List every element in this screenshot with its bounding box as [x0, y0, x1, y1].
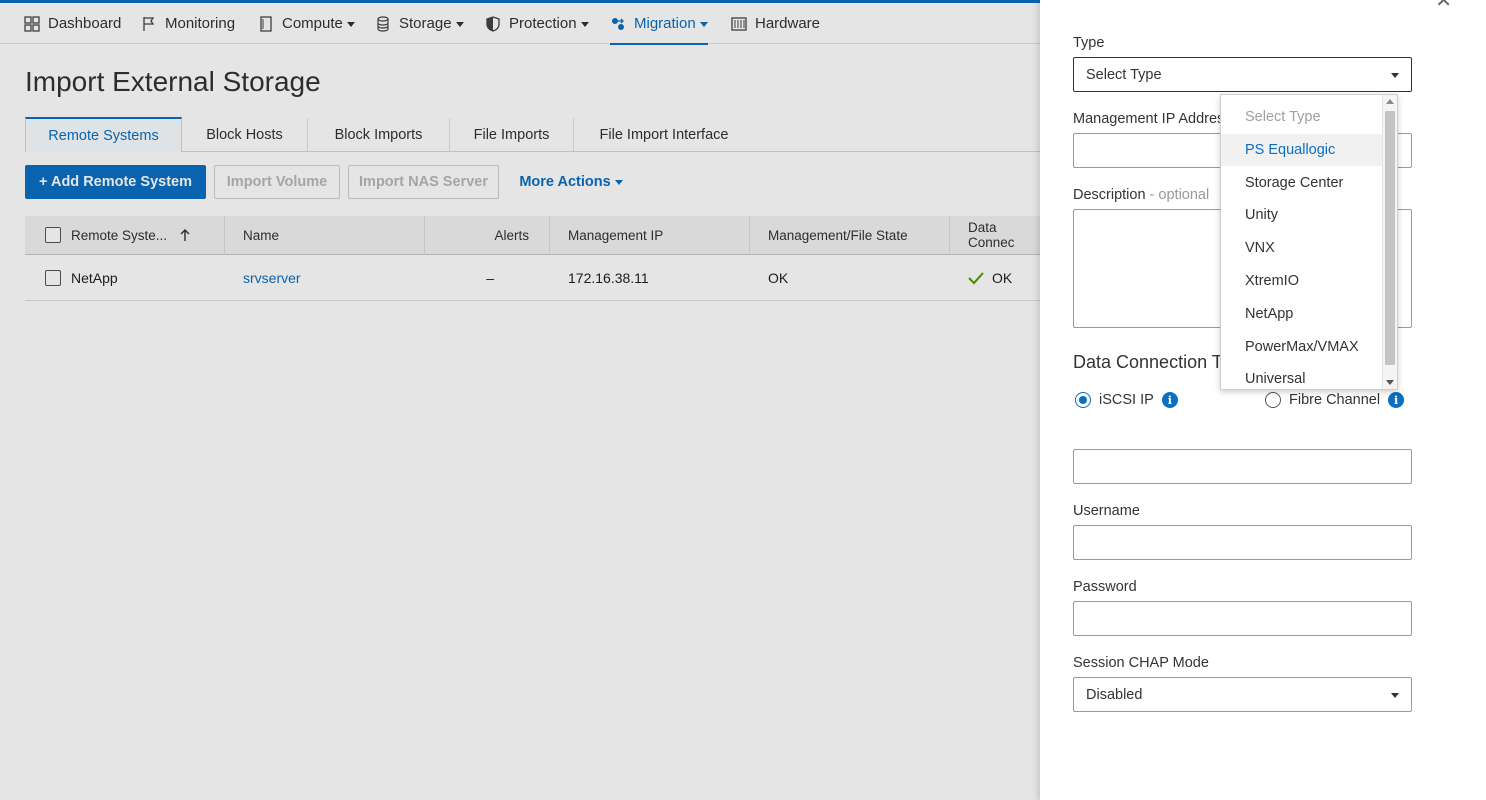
- info-icon[interactable]: i: [1161, 392, 1178, 408]
- description-label: Description - optional: [1073, 187, 1209, 203]
- option-vnx[interactable]: VNX: [1221, 232, 1383, 264]
- close-icon[interactable]: ✕: [1435, 0, 1452, 13]
- option-select-type[interactable]: Select Type: [1221, 101, 1383, 133]
- password-input[interactable]: [1073, 601, 1412, 636]
- radio-unselected[interactable]: [1265, 392, 1281, 408]
- info-icon[interactable]: i: [1388, 392, 1405, 408]
- scroll-down-icon[interactable]: [1386, 380, 1394, 385]
- password-label: Password: [1073, 579, 1137, 595]
- chap-mode-value: Disabled: [1086, 686, 1143, 703]
- chevron-down-icon: [1391, 693, 1399, 698]
- option-ps-equallogic[interactable]: PS Equallogic: [1221, 134, 1383, 166]
- chap-mode-label: Session CHAP Mode: [1073, 655, 1209, 671]
- option-powermax-vmax[interactable]: PowerMax/VMAX: [1221, 331, 1383, 363]
- scroll-up-icon[interactable]: [1386, 99, 1394, 104]
- type-select[interactable]: Select Type: [1073, 57, 1412, 92]
- fibre-channel-label: Fibre Channel: [1289, 392, 1381, 408]
- scrollbar-thumb[interactable]: [1385, 111, 1395, 365]
- type-label: Type: [1073, 35, 1105, 51]
- option-universal[interactable]: Universal: [1221, 363, 1383, 389]
- management-ip-label: Management IP Addres: [1073, 111, 1225, 127]
- option-netapp[interactable]: NetApp: [1221, 298, 1383, 330]
- type-dropdown-list: Select Type PS Equallogic Storage Center…: [1220, 94, 1398, 390]
- type-select-value: Select Type: [1086, 66, 1162, 83]
- option-unity[interactable]: Unity: [1221, 199, 1383, 231]
- chevron-down-icon: [1391, 73, 1399, 78]
- username-label: Username: [1073, 503, 1140, 519]
- option-xtremio[interactable]: XtremIO: [1221, 265, 1383, 297]
- optional-hint: - optional: [1145, 187, 1210, 203]
- iscsi-label: iSCSI IP: [1099, 392, 1154, 408]
- data-connection-title: Data Connection Ty: [1073, 352, 1231, 372]
- username-input[interactable]: [1073, 525, 1412, 560]
- modal-overlay[interactable]: [0, 0, 1040, 800]
- radio-selected[interactable]: [1075, 392, 1091, 408]
- option-storage-center[interactable]: Storage Center: [1221, 167, 1383, 199]
- chap-mode-select[interactable]: Disabled: [1073, 677, 1412, 712]
- fibre-channel-radio[interactable]: Fibre Channel i: [1265, 392, 1405, 408]
- dropdown-scrollbar[interactable]: [1382, 95, 1397, 389]
- iscsi-ip-input[interactable]: [1073, 449, 1412, 484]
- description-label-text: Description: [1073, 187, 1146, 203]
- iscsi-radio[interactable]: iSCSI IP i: [1075, 392, 1178, 408]
